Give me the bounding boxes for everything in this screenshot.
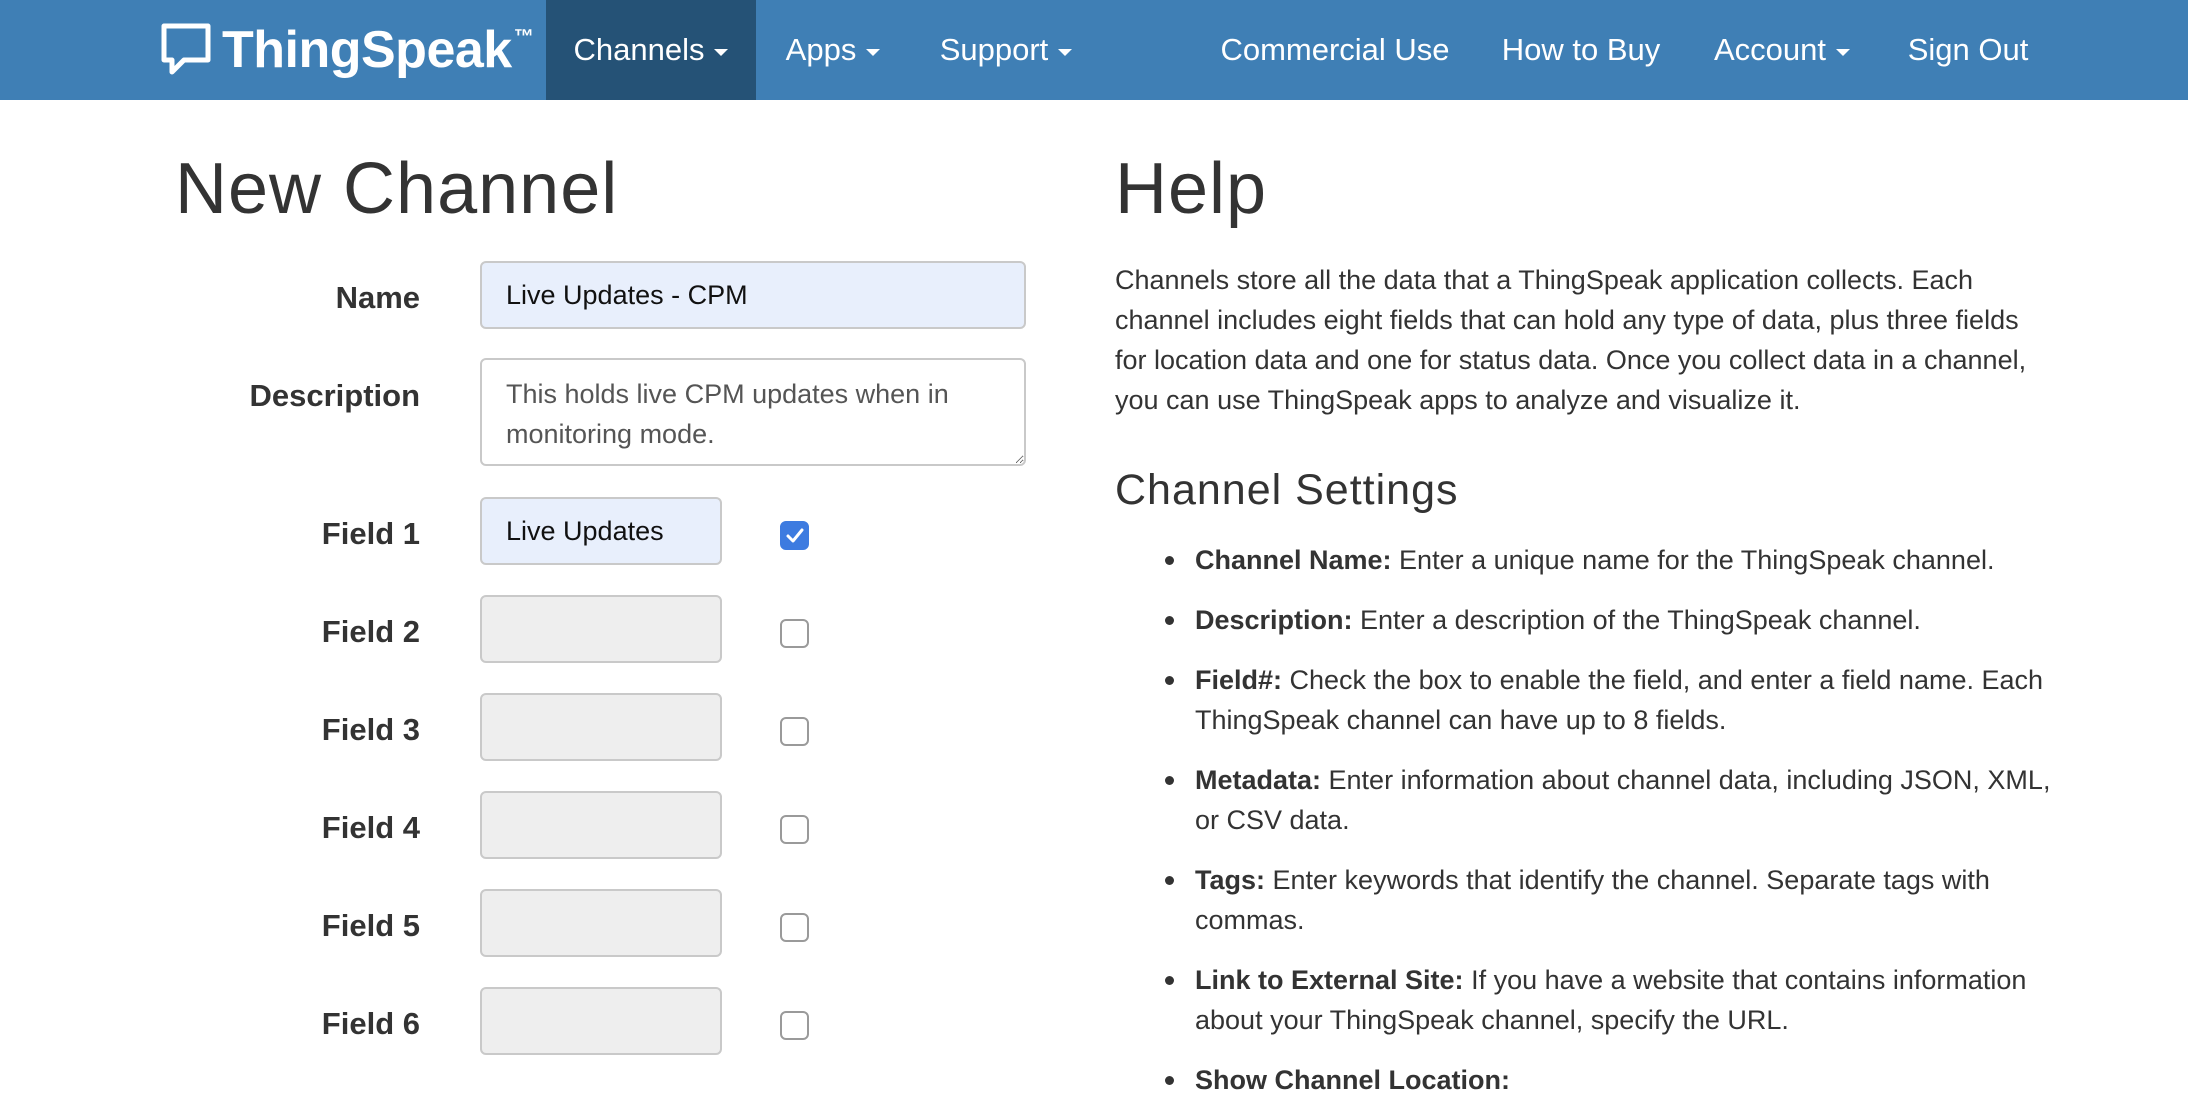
- field-3-checkbox[interactable]: [780, 717, 809, 746]
- field-4-label: Field 4: [321, 810, 420, 845]
- field-3-label: Field 3: [321, 712, 420, 747]
- chevron-down-icon: [714, 48, 729, 56]
- setting-term: Description:: [1195, 605, 1353, 635]
- chevron-down-icon: [1058, 48, 1073, 56]
- nav-support[interactable]: Support: [926, 0, 1086, 100]
- list-item: Show Channel Location:: [1165, 1060, 2055, 1100]
- chevron-down-icon: [1836, 48, 1850, 56]
- setting-description: Enter information about channel data, in…: [1195, 765, 2051, 835]
- nav-apps-label: Apps: [785, 32, 857, 67]
- nav-commercial-use-label: Commercial Use: [1220, 32, 1450, 67]
- speech-bubble-icon: [161, 23, 211, 75]
- field-4-checkbox[interactable]: [780, 815, 809, 844]
- nav-account-label: Account: [1713, 32, 1826, 67]
- channel-name-input[interactable]: [480, 261, 1026, 329]
- field-6-checkbox[interactable]: [780, 1011, 809, 1040]
- field-2-input[interactable]: [480, 595, 722, 663]
- description-textarea[interactable]: This holds live CPM updates when in moni…: [480, 358, 1026, 466]
- field-2-label: Field 2: [321, 614, 420, 649]
- setting-term: Tags:: [1195, 865, 1266, 895]
- field-2-checkbox[interactable]: [780, 619, 809, 648]
- nav-sign-out-label: Sign Out: [1907, 32, 2029, 67]
- nav-sign-out[interactable]: Sign Out: [1904, 0, 2032, 100]
- list-item: Channel Name: Enter a unique name for th…: [1165, 540, 2055, 580]
- nav-account[interactable]: Account: [1712, 0, 1852, 100]
- channel-settings-list: Channel Name: Enter a unique name for th…: [1165, 540, 2055, 1120]
- field-4-input[interactable]: [480, 791, 722, 859]
- list-item: Field#: Check the box to enable the fiel…: [1165, 660, 2055, 740]
- list-item: Metadata: Enter information about channe…: [1165, 760, 2055, 840]
- field-1-input[interactable]: [480, 497, 722, 565]
- setting-term: Metadata:: [1195, 765, 1322, 795]
- nav-channels-label: Channels: [573, 32, 705, 67]
- nav-channels[interactable]: Channels: [546, 0, 756, 100]
- checkmark-icon: [786, 528, 803, 542]
- setting-term: Field#:: [1195, 665, 1283, 695]
- list-item: Tags: Enter keywords that identify the c…: [1165, 860, 2055, 940]
- nav-commercial-use[interactable]: Commercial Use: [1218, 0, 1452, 100]
- setting-description: Enter a description of the ThingSpeak ch…: [1352, 605, 1921, 635]
- field-5-label: Field 5: [321, 908, 420, 943]
- field-5-checkbox[interactable]: [780, 913, 809, 942]
- setting-term: Channel Name:: [1195, 545, 1392, 575]
- chevron-down-icon: [866, 48, 881, 56]
- field-1-label: Field 1: [321, 516, 420, 551]
- name-label: Name: [335, 280, 420, 315]
- setting-term: Link to External Site:: [1195, 965, 1464, 995]
- field-3-input[interactable]: [480, 693, 722, 761]
- brand-logo[interactable]: ThingSpeak ™: [160, 18, 534, 82]
- brand-trademark: ™: [513, 26, 534, 48]
- field-1-checkbox[interactable]: [780, 521, 809, 550]
- field-6-label: Field 6: [321, 1006, 420, 1041]
- nav-support-label: Support: [939, 32, 1049, 67]
- setting-description: Check the box to enable the field, and e…: [1195, 665, 2044, 735]
- nav-how-to-buy-label: How to Buy: [1501, 32, 1661, 67]
- field-5-input[interactable]: [480, 889, 722, 957]
- nav-how-to-buy[interactable]: How to Buy: [1498, 0, 1664, 100]
- top-navbar: ThingSpeak ™ Channels Apps Support Comme…: [0, 0, 2188, 100]
- description-label: Description: [249, 378, 420, 413]
- setting-description: Enter a unique name for the ThingSpeak c…: [1391, 545, 1995, 575]
- field-6-input[interactable]: [480, 987, 722, 1055]
- list-item: Description: Enter a description of the …: [1165, 600, 2055, 640]
- help-title: Help: [1115, 149, 1268, 229]
- page-title: New Channel: [175, 149, 619, 229]
- brand-name: ThingSpeak: [222, 21, 512, 79]
- channel-settings-heading: Channel Settings: [1115, 466, 1459, 514]
- help-intro-text: Channels store all the data that a Thing…: [1115, 265, 2027, 415]
- setting-description: Enter keywords that identify the channel…: [1195, 865, 1990, 935]
- setting-term: Show Channel Location:: [1195, 1065, 1510, 1095]
- nav-apps[interactable]: Apps: [770, 0, 896, 100]
- list-item: Link to External Site: If you have a web…: [1165, 960, 2055, 1040]
